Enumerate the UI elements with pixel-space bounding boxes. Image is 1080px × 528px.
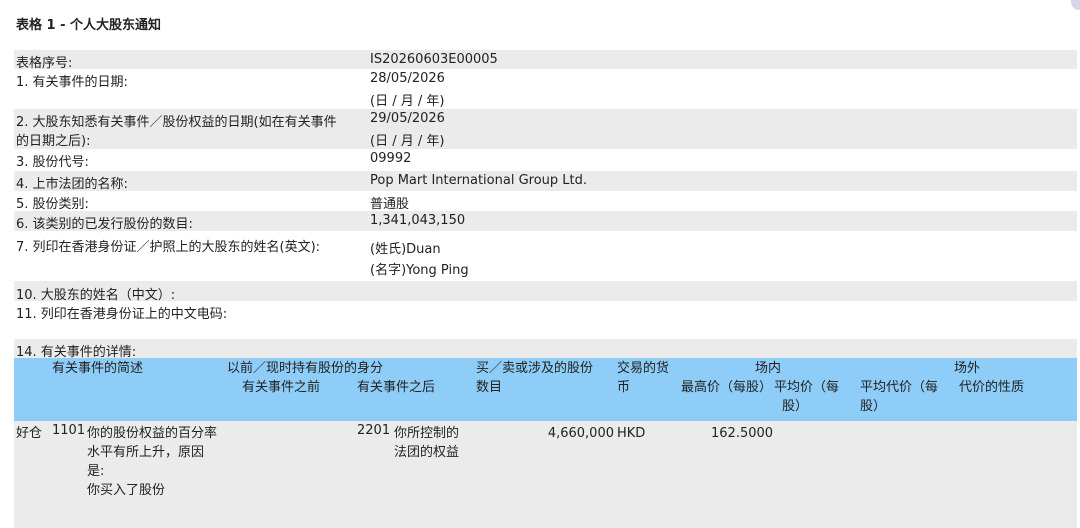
col-average-price-2: 股） xyxy=(782,399,809,414)
col-shares-involved-2: 数目 xyxy=(476,380,503,395)
field-chinese-code-row: 11. 列印在香港身份证上的中文电码: xyxy=(14,301,1077,322)
cell-highest-price: 162.5000 xyxy=(711,426,774,441)
field-event-date-format: (日 / 月 / 年) xyxy=(370,94,445,109)
field-event-date-label: 1. 有关事件的日期: xyxy=(16,75,128,90)
col-shares-involved: 买／卖或涉及的股份 xyxy=(476,361,594,376)
col-capacity: 以前／现时持有股份的身分 xyxy=(227,361,384,376)
col-highest-price: 最高价（每股） xyxy=(681,380,773,395)
cell-shares: 4,660,000 xyxy=(547,426,614,441)
field-aware-date-value: 29/05/2026 xyxy=(370,111,445,126)
field-corp-name-label: 4. 上市法团的名称: xyxy=(16,177,128,192)
field-event-details-row: 14. 有关事件的详情: xyxy=(14,339,1077,360)
field-issued-shares-row: 6. 该类别的已发行股份的数目: 1,341,043,150 xyxy=(14,211,1077,232)
cell-currency: HKD xyxy=(617,426,646,441)
field-share-class-value: 普通股 xyxy=(370,197,410,212)
col-on-exchange: 场内 xyxy=(755,361,782,376)
col-average-price: 平均价（每 xyxy=(774,380,840,395)
col-off-average-2: 股） xyxy=(860,399,887,414)
field-issued-shares-value: 1,341,043,150 xyxy=(370,213,466,228)
col-currency: 交易的货 xyxy=(617,361,670,376)
cell-desc-3: 是: xyxy=(87,464,105,479)
col-capacity-after: 有关事件之后 xyxy=(357,380,436,395)
cell-event-code: 1101 xyxy=(52,423,86,438)
scrollbar-knob[interactable] xyxy=(1071,0,1080,10)
cell-after-2: 法团的权益 xyxy=(394,445,460,460)
field-aware-date-label-1: 2. 大股东知悉有关事件／股份权益的日期(如在有关事件 xyxy=(16,115,337,130)
field-chinese-code-label: 11. 列印在香港身份证上的中文电码: xyxy=(16,307,228,322)
field-share-class-row: 5. 股份类别: 普通股 xyxy=(14,191,1077,212)
cell-after-1: 你所控制的 xyxy=(394,426,460,441)
field-stock-code-label: 3. 股份代号: xyxy=(16,155,89,170)
details-table-row: 好仓 1101 你的股份权益的百分率 水平有所上升，原因 是: 你买入了股份 2… xyxy=(14,421,1077,528)
field-english-name-row: 7. 列印在香港身份证／护照上的大股东的姓名(英文): (姓氏)Duan (名字… xyxy=(14,233,1077,281)
field-corp-name-value: Pop Mart International Group Ltd. xyxy=(370,173,588,188)
field-aware-date-format: (日 / 月 / 年) xyxy=(370,134,445,149)
field-serial-row: 表格序号: IS20260603E00005 xyxy=(14,50,1077,71)
field-corp-name-row: 4. 上市法团的名称: Pop Mart International Group… xyxy=(14,171,1077,192)
field-serial-value: IS20260603E00005 xyxy=(370,52,498,67)
field-english-given-name: (名字)Yong Ping xyxy=(370,263,469,278)
cell-desc-1: 你的股份权益的百分率 xyxy=(87,426,218,441)
field-stock-code-row: 3. 股份代号: 09992 xyxy=(14,149,1077,170)
field-aware-date-label-2: 的日期之后): xyxy=(16,134,91,149)
field-share-class-label: 5. 股份类别: xyxy=(16,197,89,212)
col-off-average: 平均代价（每 xyxy=(860,380,939,395)
field-issued-shares-label: 6. 该类别的已发行股份的数目: xyxy=(16,217,193,232)
field-chinese-name-row: 10. 大股东的姓名（中文）: xyxy=(14,281,1077,303)
field-event-date-row: 1. 有关事件的日期: 28/05/2026 (日 / 月 / 年) xyxy=(14,69,1077,109)
details-table-header: 有关事件的简述 以前／现时持有股份的身分 有关事件之前 有关事件之后 买／卖或涉… xyxy=(14,358,1077,421)
form-title: 表格 1 - 个人大股东通知 xyxy=(16,18,162,33)
col-consideration-nature: 代价的性质 xyxy=(959,380,1025,395)
cell-desc-4: 你买入了股份 xyxy=(87,483,166,498)
col-currency-2: 币 xyxy=(617,380,631,395)
field-english-name-label: 7. 列印在香港身份证／护照上的大股东的姓名(英文): xyxy=(16,240,321,255)
cell-desc-2: 水平有所上升，原因 xyxy=(87,445,205,460)
field-english-surname: (姓氏)Duan xyxy=(370,242,441,257)
col-event-brief: 有关事件的简述 xyxy=(52,361,144,376)
cell-after-code: 2201 xyxy=(357,423,391,438)
col-capacity-before: 有关事件之前 xyxy=(242,380,321,395)
field-stock-code-value: 09992 xyxy=(370,151,412,166)
col-off-exchange: 场外 xyxy=(954,361,981,376)
field-event-date-value: 28/05/2026 xyxy=(370,71,445,86)
field-aware-date-row: 2. 大股东知悉有关事件／股份权益的日期(如在有关事件 的日期之后): 29/0… xyxy=(14,109,1077,149)
cell-position: 好仓 xyxy=(16,426,43,441)
